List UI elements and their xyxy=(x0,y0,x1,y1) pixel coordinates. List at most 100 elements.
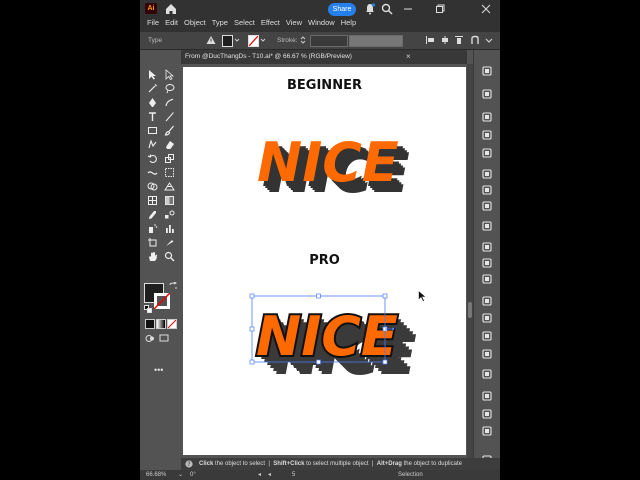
blend-tool-icon[interactable] xyxy=(164,209,175,220)
shaper-tool-icon[interactable] xyxy=(147,139,158,150)
rectangle-tool-icon[interactable] xyxy=(147,125,158,136)
fill-swatch[interactable] xyxy=(222,35,233,47)
align-center-icon[interactable] xyxy=(440,35,450,45)
chevron-down-icon[interactable] xyxy=(234,35,240,45)
default-colors-icon[interactable] xyxy=(144,305,152,313)
chevron-down-icon[interactable] xyxy=(260,35,266,45)
appearance-icon[interactable] xyxy=(481,200,493,212)
stroke-weight-field[interactable] xyxy=(310,35,348,47)
canvas[interactable]: BEGINNER NICE NICE NICE NICE NICE PRO NI… xyxy=(181,64,467,458)
notifications-icon[interactable] xyxy=(364,3,376,15)
column-graph-tool-icon[interactable] xyxy=(164,223,175,234)
type-tool-icon[interactable] xyxy=(147,111,158,122)
properties-icon[interactable] xyxy=(481,65,493,77)
style-field[interactable] xyxy=(349,35,403,47)
scale-tool-icon[interactable] xyxy=(164,153,175,164)
symbols-icon[interactable] xyxy=(481,184,493,196)
stroke-color-swatch[interactable] xyxy=(154,293,170,309)
rotation-value[interactable]: 0° xyxy=(190,470,196,480)
menu-type[interactable]: Type xyxy=(209,17,231,29)
color-mode-icon[interactable] xyxy=(145,319,155,329)
menu-file[interactable]: File xyxy=(144,17,162,29)
gradient-tool-icon[interactable] xyxy=(164,195,175,206)
menu-view[interactable]: View xyxy=(283,17,305,29)
draw-mode-icon[interactable] xyxy=(145,334,155,343)
artboards-icon[interactable] xyxy=(481,425,493,437)
align-left-icon[interactable] xyxy=(425,35,435,45)
mesh-tool-icon[interactable] xyxy=(147,195,158,206)
artboard-number[interactable]: 5 xyxy=(292,470,295,480)
zoom-tool-icon[interactable] xyxy=(164,251,175,262)
menu-window[interactable]: Window xyxy=(305,17,338,29)
gradient-icon[interactable] xyxy=(481,147,493,159)
pathfinder-icon[interactable] xyxy=(481,273,493,285)
color-icon[interactable] xyxy=(481,111,493,123)
width-tool-icon[interactable] xyxy=(147,167,158,178)
menu-help[interactable]: Help xyxy=(338,17,359,29)
artboard[interactable]: BEGINNER NICE NICE NICE NICE NICE PRO NI… xyxy=(183,67,466,455)
lasso-tool-icon[interactable] xyxy=(164,83,175,94)
paintbrush-tool-icon[interactable] xyxy=(164,125,175,136)
zoom-level[interactable]: 66.68% xyxy=(146,470,166,480)
home-icon[interactable] xyxy=(164,2,178,15)
perspective-grid-tool-icon[interactable] xyxy=(164,181,175,192)
minimize-icon[interactable] xyxy=(402,3,414,15)
selection-tool-icon[interactable] xyxy=(147,69,158,80)
free-transform-tool-icon[interactable] xyxy=(164,167,175,178)
brushes-icon[interactable] xyxy=(481,168,493,180)
magic-wand-tool-icon[interactable] xyxy=(147,83,158,94)
curvature-tool-icon[interactable] xyxy=(164,97,175,108)
symbol-sprayer-tool-icon[interactable] xyxy=(147,223,158,234)
stroke-swatch[interactable] xyxy=(248,35,259,47)
character-icon[interactable] xyxy=(481,348,493,360)
align-top-icon[interactable] xyxy=(454,35,464,45)
opentype-icon[interactable] xyxy=(481,368,493,380)
stroke-stepper-icon[interactable] xyxy=(299,35,307,45)
screen-mode-icon[interactable] xyxy=(159,334,169,343)
help-icon[interactable]: ? xyxy=(185,460,193,468)
eyedropper-tool-icon[interactable] xyxy=(147,209,158,220)
swap-colors-icon[interactable] xyxy=(169,282,177,290)
eraser-tool-icon[interactable] xyxy=(164,139,175,150)
menu-object[interactable]: Object xyxy=(181,17,209,29)
align-icon[interactable] xyxy=(481,241,493,253)
mode-label: Type xyxy=(148,37,163,44)
nice-beginner-art[interactable]: NICE NICE NICE NICE NICE xyxy=(255,131,415,207)
export-icon[interactable] xyxy=(481,408,493,420)
none-mode-icon[interactable] xyxy=(167,319,177,329)
shape-builder-tool-icon[interactable] xyxy=(147,181,158,192)
transform-icon[interactable] xyxy=(470,35,480,45)
rotate-tool-icon[interactable] xyxy=(147,153,158,164)
artboard-nav-prev[interactable]: ◂ xyxy=(258,470,261,480)
slice-tool-icon[interactable] xyxy=(164,237,175,248)
swatches-icon[interactable] xyxy=(481,129,493,141)
menu-select[interactable]: Select xyxy=(231,17,258,29)
share-button[interactable]: Share xyxy=(328,3,356,16)
libraries-icon[interactable] xyxy=(481,88,493,100)
links-icon[interactable] xyxy=(481,312,493,324)
tab-close-icon[interactable]: × xyxy=(406,50,411,64)
layers-icon[interactable] xyxy=(481,390,493,402)
stroke-icon[interactable] xyxy=(481,295,493,307)
restore-icon[interactable] xyxy=(434,3,446,15)
artboard-tool-icon[interactable] xyxy=(147,237,158,248)
transform-icon[interactable] xyxy=(481,257,493,269)
menu-effect[interactable]: Effect xyxy=(258,17,283,29)
nice-pro-art[interactable]: NICE NICE NICE NICE NICE NICE NICE NICE xyxy=(247,292,419,384)
document-tab[interactable]: From @DucThangDs - T10.ai* @ 66.67 % (RG… xyxy=(185,50,352,64)
panel-menu-icon[interactable] xyxy=(484,35,494,45)
scrollbar-thumb[interactable] xyxy=(468,302,472,318)
search-icon[interactable] xyxy=(381,3,393,15)
gradient-mode-icon[interactable] xyxy=(156,319,166,329)
close-icon[interactable] xyxy=(480,3,492,15)
hand-tool-icon[interactable] xyxy=(147,251,158,262)
pen-tool-icon[interactable] xyxy=(147,97,158,108)
direct-selection-tool-icon[interactable] xyxy=(164,69,175,80)
line-tool-icon[interactable] xyxy=(164,111,175,122)
edit-toolbar-icon[interactable]: ••• xyxy=(154,365,163,375)
zoom-chevron-icon[interactable]: ⌄ xyxy=(178,470,183,480)
transparency-icon[interactable] xyxy=(481,220,493,232)
menu-edit[interactable]: Edit xyxy=(162,17,181,29)
paragraph-icon[interactable] xyxy=(481,330,493,342)
artboard-nav-first[interactable]: ◂ xyxy=(268,470,271,480)
